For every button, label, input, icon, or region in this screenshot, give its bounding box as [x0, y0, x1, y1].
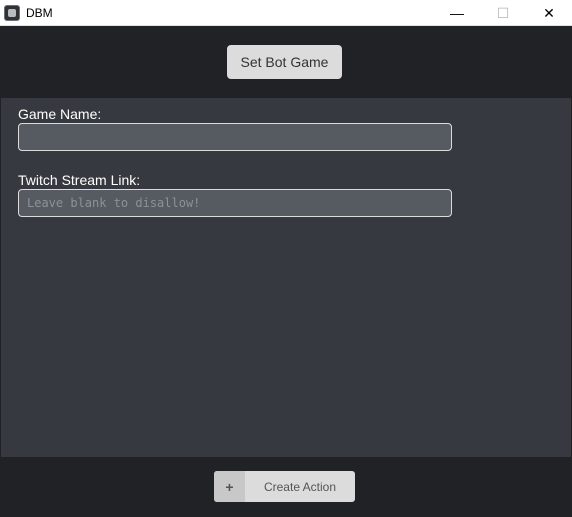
- set-bot-game-button[interactable]: Set Bot Game: [227, 45, 342, 79]
- create-action-button[interactable]: + Create Action: [214, 471, 355, 502]
- maximize-button[interactable]: ☐: [480, 0, 526, 26]
- plus-icon: +: [214, 471, 245, 502]
- game-name-label: Game Name:: [18, 106, 102, 122]
- window-titlebar: DBM — ☐ ✕: [0, 0, 572, 26]
- create-action-label: Create Action: [263, 479, 337, 494]
- minimize-button[interactable]: —: [434, 0, 480, 26]
- window-title: DBM: [26, 6, 53, 20]
- game-name-input[interactable]: [18, 123, 452, 151]
- app-icon: [4, 5, 20, 21]
- header-bar: Set Bot Game: [0, 26, 572, 98]
- footer-bar: + Create Action: [0, 457, 572, 517]
- twitch-stream-link-input[interactable]: [18, 189, 452, 217]
- close-button[interactable]: ✕: [526, 0, 572, 26]
- form-panel: Game Name: Twitch Stream Link:: [1, 98, 571, 457]
- twitch-stream-link-label: Twitch Stream Link:: [18, 172, 141, 188]
